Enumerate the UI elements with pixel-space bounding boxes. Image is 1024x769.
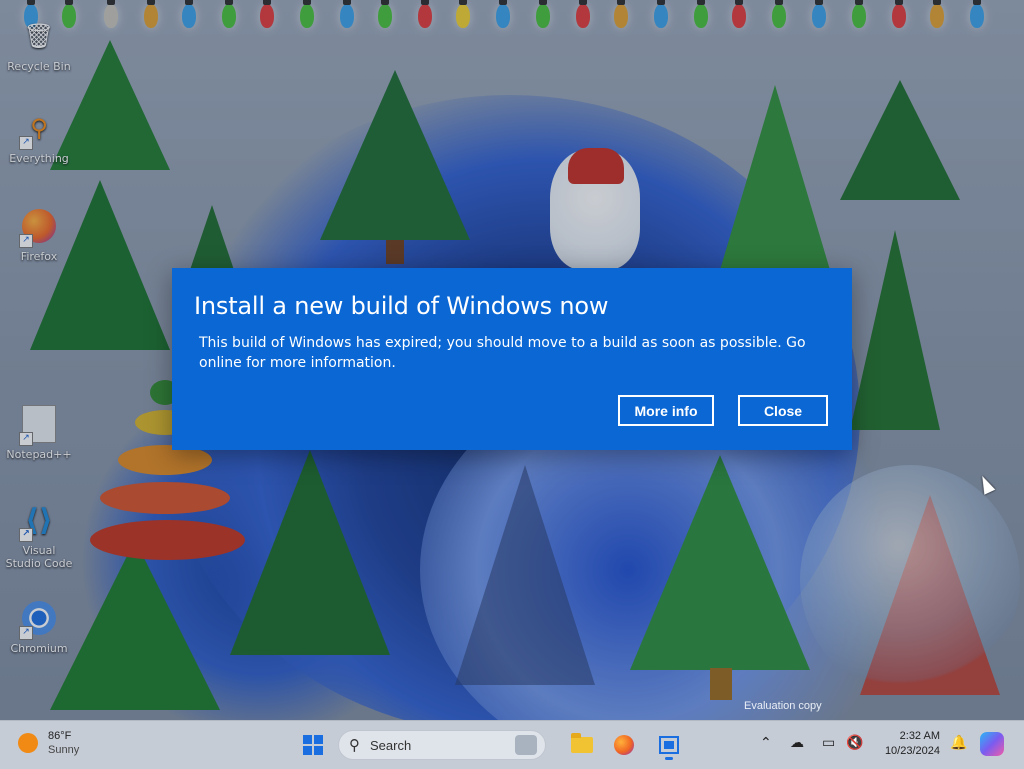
windows-logo-icon — [303, 735, 323, 755]
sun-icon — [18, 733, 38, 753]
firefox-taskbar-button[interactable] — [608, 729, 640, 761]
active-indicator — [665, 757, 673, 760]
recycle-bin-icon: 🗑 — [23, 22, 55, 50]
desktop-icon-notepad-plus-plus[interactable]: ↗ Notepad++ — [4, 404, 74, 461]
taskbar-search-box[interactable]: ⚲ Search — [338, 730, 546, 760]
everything-search-icon: ⚲ ↗ — [19, 108, 59, 150]
christmas-tree — [850, 230, 940, 430]
christmas-tree — [455, 465, 595, 685]
folder-icon — [571, 733, 593, 753]
cloud-off-icon[interactable]: ☁ — [790, 735, 804, 751]
search-highlight-image — [515, 735, 537, 755]
christmas-tree — [320, 70, 470, 240]
desktop-icon-vscode[interactable]: ⟨⟩ ↗ Visual Studio Code — [4, 500, 74, 571]
notification-bell-icon[interactable]: 🔔 — [950, 735, 967, 751]
file-explorer-button[interactable] — [566, 729, 598, 761]
weather-condition: Sunny — [48, 744, 80, 756]
christmas-tree — [630, 455, 810, 670]
evaluation-copy-watermark: Evaluation copy — [744, 700, 822, 712]
christmas-tree — [720, 85, 830, 270]
vscode-icon: ⟨⟩ ↗ — [19, 500, 59, 542]
network-icon[interactable]: ▭ — [822, 735, 835, 751]
christmas-lights — [0, 0, 1024, 40]
app-window-icon — [659, 736, 679, 754]
weather-widget[interactable]: 86°F Sunny — [18, 729, 79, 757]
search-icon: ⚲ — [349, 736, 360, 754]
more-info-button[interactable]: More info — [618, 395, 714, 426]
desktop-icon-chromium[interactable]: ↗ Chromium — [4, 598, 74, 655]
firefox-icon — [614, 735, 634, 755]
weather-temperature: 86°F — [48, 730, 72, 742]
christmas-tree — [840, 80, 960, 200]
close-button[interactable]: Close — [738, 395, 828, 426]
christmas-tree — [230, 450, 390, 655]
search-placeholder: Search — [370, 737, 412, 753]
christmas-tree — [50, 540, 220, 710]
chromium-icon: ↗ — [19, 598, 59, 640]
copilot-icon[interactable] — [980, 732, 1004, 756]
dialog-message: This build of Windows has expired; you s… — [199, 335, 806, 371]
start-button[interactable] — [297, 729, 329, 761]
active-app-taskbar-button[interactable] — [653, 729, 685, 761]
notepad-plus-plus-icon: ↗ — [19, 404, 59, 446]
desktop-icon-firefox[interactable]: ↗ Firefox — [4, 206, 74, 263]
firefox-icon: ↗ — [19, 206, 59, 248]
taskbar-clock[interactable]: 2:32 AM 10/23/2024 — [878, 729, 940, 759]
desktop-icon-everything[interactable]: ⚲ ↗ Everything — [4, 108, 74, 165]
volume-muted-icon[interactable]: 🔇 — [846, 735, 863, 751]
taskbar: 86°F Sunny ⚲ Search ⌃ ☁ ▭ 🔇 2:32 AM 10/2… — [0, 720, 1024, 769]
build-expired-dialog: Install a new build of Windows now This … — [172, 268, 852, 450]
desktop-icon-recycle-bin[interactable]: 🗑 Recycle Bin — [4, 16, 74, 73]
chevron-up-icon[interactable]: ⌃ — [760, 735, 772, 751]
christmas-tree — [190, 205, 234, 270]
dialog-title: Install a new build of Windows now — [194, 292, 609, 320]
clock-date: 10/23/2024 — [884, 745, 940, 757]
clock-time: 2:32 AM — [899, 730, 940, 742]
snow-globe — [800, 465, 1020, 695]
